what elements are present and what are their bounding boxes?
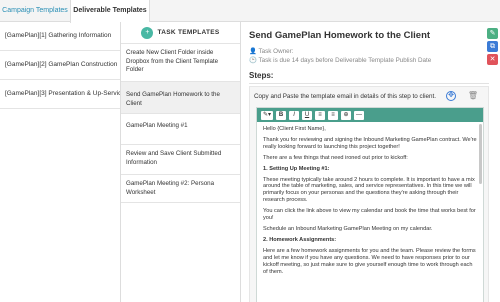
email-paragraph: Hello {Client First Name}, bbox=[263, 126, 326, 132]
trash-icon[interactable]: 🗑 bbox=[468, 91, 478, 101]
italic-button[interactable]: I bbox=[289, 110, 300, 120]
copy-button[interactable]: ⧉ bbox=[487, 41, 498, 52]
bold-button[interactable]: B bbox=[276, 110, 287, 120]
add-task-icon[interactable]: + bbox=[141, 26, 154, 39]
task-detail: Send GamePlan Homework to the Client 👤 T… bbox=[241, 22, 500, 302]
task-templates-panel: + TASK TEMPLATES Create New Client Folde… bbox=[121, 22, 241, 302]
email-paragraph: These meeting typically take around 2 ho… bbox=[263, 176, 475, 204]
phase-item[interactable]: [GamePlan][2] GamePlan Construction bbox=[0, 51, 120, 80]
email-paragraph: Here are a few homework assignments for … bbox=[263, 247, 476, 275]
task-item[interactable]: Create New Client Folder inside Dropbox … bbox=[121, 44, 240, 82]
bullet-list-button[interactable]: ≡ bbox=[328, 110, 339, 120]
edit-button[interactable]: ✎ bbox=[487, 28, 498, 39]
email-heading: 1. Setting Up Meeting #1: bbox=[263, 165, 330, 172]
phase-item[interactable]: [GamePlan][3] Presentation & Up-Service bbox=[0, 80, 120, 109]
task-owner: 👤 Task Owner: bbox=[249, 48, 294, 55]
email-paragraph: Thank you for reviewing and signing the … bbox=[263, 136, 477, 150]
task-item[interactable]: GamePlan Meeting #2: Persona Worksheet bbox=[121, 175, 240, 203]
editor-toolbar: ✎▾ B I U ≡ ≡ ⊕ — bbox=[257, 108, 483, 122]
editor-scrollbar[interactable] bbox=[479, 124, 482, 184]
divider bbox=[249, 83, 489, 84]
step-item: Copy and Paste the template email in det… bbox=[249, 86, 489, 302]
task-due: 🕒 Task is due 14 days before Deliverable… bbox=[249, 57, 432, 64]
phase-list: [GamePlan][1] Gathering Information [Gam… bbox=[0, 22, 121, 302]
app: Campaign Templates Deliverable Templates… bbox=[0, 0, 500, 302]
steps-label: Steps: bbox=[249, 71, 274, 80]
task-item-selected[interactable]: Send GamePlan Homework to the Client bbox=[121, 82, 240, 114]
task-templates-header: + TASK TEMPLATES bbox=[121, 22, 240, 44]
horizontal-rule-button[interactable]: — bbox=[354, 110, 365, 120]
email-heading: 2. Homework Assignments: bbox=[263, 236, 337, 243]
tab-campaign-templates[interactable]: Campaign Templates bbox=[0, 0, 70, 22]
underline-button[interactable]: U bbox=[302, 110, 313, 120]
email-paragraph: Schedule an Inbound Marketing GamePlan M… bbox=[263, 225, 433, 232]
email-paragraph: There are a few things that need ironed … bbox=[263, 154, 408, 161]
link-button[interactable]: ⊕ bbox=[341, 110, 352, 120]
ordered-list-button[interactable]: ≡ bbox=[315, 110, 326, 120]
phase-item[interactable]: [GamePlan][1] Gathering Information bbox=[0, 22, 120, 51]
editor-content[interactable]: Hello {Client First Name}, Thank you for… bbox=[257, 122, 483, 283]
task-due-label: Task is due 14 days before Deliverable T… bbox=[258, 57, 432, 64]
tab-deliverable-templates[interactable]: Deliverable Templates bbox=[70, 0, 150, 23]
style-dropdown-button[interactable]: ✎▾ bbox=[261, 110, 274, 120]
task-templates-title: TASK TEMPLATES bbox=[157, 29, 220, 36]
move-icon[interactable]: ✥ bbox=[446, 91, 456, 101]
task-detail-title: Send GamePlan Homework to the Client bbox=[249, 30, 431, 41]
tab-bar: Campaign Templates Deliverable Templates bbox=[0, 0, 500, 23]
delete-button[interactable]: ✕ bbox=[487, 54, 498, 65]
task-owner-label: Task Owner: bbox=[258, 48, 294, 55]
task-item[interactable]: Review and Save Client Submitted Informa… bbox=[121, 145, 240, 175]
rich-text-editor[interactable]: ✎▾ B I U ≡ ≡ ⊕ — Hello {Client First Nam… bbox=[256, 107, 484, 302]
task-item[interactable]: GamePlan Meeting #1 bbox=[121, 114, 240, 145]
email-paragraph: You can click the link above to view my … bbox=[263, 208, 476, 222]
step-text[interactable]: Copy and Paste the template email in det… bbox=[254, 93, 436, 100]
